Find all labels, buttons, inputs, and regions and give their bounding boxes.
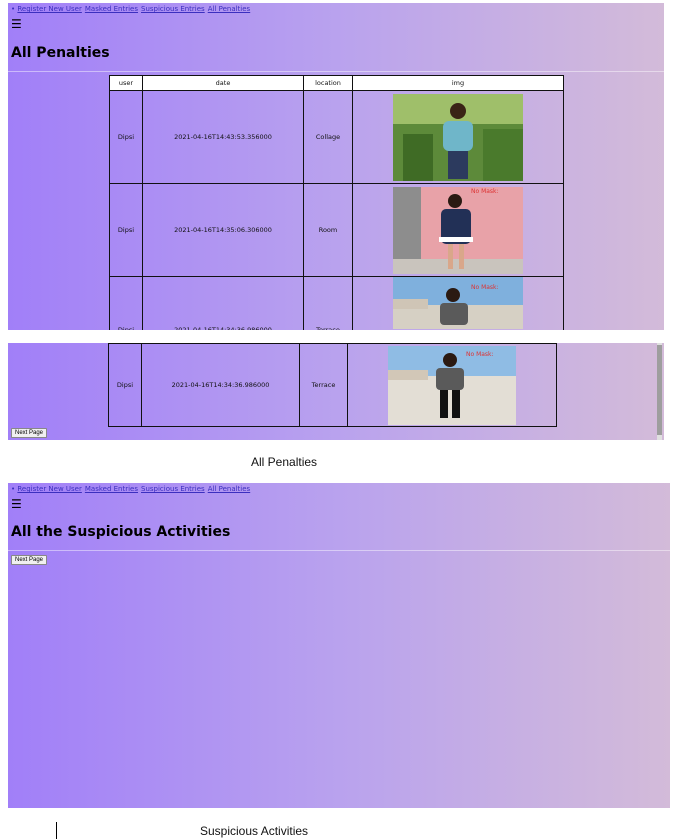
nav-link-penalties[interactable]: All Penalties (208, 485, 251, 493)
cell-user: Dipsi (109, 276, 143, 330)
penalty-photo: No Mask: (393, 186, 523, 274)
next-page-button[interactable]: Next Page (11, 555, 48, 565)
text-cursor (56, 822, 57, 839)
penalty-photo: No Mask: (393, 277, 523, 329)
penalties-table: user date location img Dipsi 2021-04-16T… (109, 75, 564, 330)
cell-img: No Mask: (347, 343, 557, 427)
penalty-photo: No Mask: (388, 345, 516, 425)
cell-date: 2021-04-16T14:34:36.986000 (141, 343, 300, 427)
nav-bar: • Register New User Masked Entries Suspici… (11, 5, 253, 13)
divider (8, 71, 664, 72)
nav-bullet: • (11, 5, 16, 13)
hamburger-menu-icon[interactable]: ☰ (11, 18, 22, 30)
overlay-text: No Mask: (466, 351, 494, 358)
column-header-date: date (142, 75, 304, 91)
column-header-location: location (303, 75, 353, 91)
table-row: Dipsi 2021-04-16T14:43:53.356000 Collage (109, 90, 564, 184)
next-page-button[interactable]: Next Page (11, 428, 48, 438)
penalties-table-continued: Dipsi 2021-04-16T14:34:36.986000 Terrace… (108, 343, 557, 427)
column-header-user: user (109, 75, 143, 91)
nav-link-suspicious[interactable]: Suspicious Entries (141, 485, 205, 493)
scrollbar-thumb[interactable] (657, 345, 662, 435)
overlay-text: No Mask: (471, 188, 499, 195)
divider (8, 550, 670, 551)
cell-user: Dipsi (109, 183, 143, 277)
cell-date: 2021-04-16T14:35:06.306000 (142, 183, 304, 277)
cell-location: Room (303, 183, 353, 277)
penalty-photo (393, 93, 523, 181)
nav-bullet: • (11, 485, 16, 493)
cell-date: 2021-04-16T14:43:53.356000 (142, 90, 304, 184)
page-title: All Penalties (11, 45, 110, 61)
cell-location: Terrace (299, 343, 348, 427)
table-row: Dipsi 2021-04-16T14:34:36.986000 Terrace… (109, 276, 564, 330)
penalties-panel-top: • Register New User Masked Entries Suspici… (8, 3, 664, 330)
overlay-text: No Mask: (471, 284, 499, 291)
cell-user: Dipsi (109, 90, 143, 184)
suspicious-panel: • Register New User Masked Entries Suspici… (8, 483, 670, 808)
hamburger-menu-icon[interactable]: ☰ (11, 498, 22, 510)
cell-location: Collage (303, 90, 353, 184)
nav-bar: • Register New User Masked Entries Suspici… (11, 485, 253, 493)
penalties-panel-bottom: Dipsi 2021-04-16T14:34:36.986000 Terrace… (8, 343, 664, 440)
cell-img (352, 90, 564, 184)
column-header-img: img (352, 75, 564, 91)
caption-all-penalties: All Penalties (251, 455, 318, 469)
cell-location: Terrace (303, 276, 353, 330)
nav-link-register[interactable]: Register New User (17, 485, 82, 493)
page-title: All the Suspicious Activities (11, 524, 231, 540)
scrollbar[interactable] (657, 343, 662, 440)
cell-img: No Mask: (352, 276, 564, 330)
nav-link-suspicious[interactable]: Suspicious Entries (141, 5, 205, 13)
table-header-row: user date location img (109, 75, 564, 91)
caption-suspicious-activities: Suspicious Activities (200, 824, 309, 838)
cell-img: No Mask: (352, 183, 564, 277)
nav-link-penalties[interactable]: All Penalties (208, 5, 251, 13)
cell-user: Dipsi (108, 343, 142, 427)
table-row: Dipsi 2021-04-16T14:34:36.986000 Terrace… (108, 343, 557, 427)
table-row: Dipsi 2021-04-16T14:35:06.306000 Room No… (109, 183, 564, 277)
cell-date: 2021-04-16T14:34:36.986000 (142, 276, 304, 330)
nav-link-masked[interactable]: Masked Entries (85, 485, 138, 493)
nav-link-masked[interactable]: Masked Entries (85, 5, 138, 13)
nav-link-register[interactable]: Register New User (17, 5, 82, 13)
